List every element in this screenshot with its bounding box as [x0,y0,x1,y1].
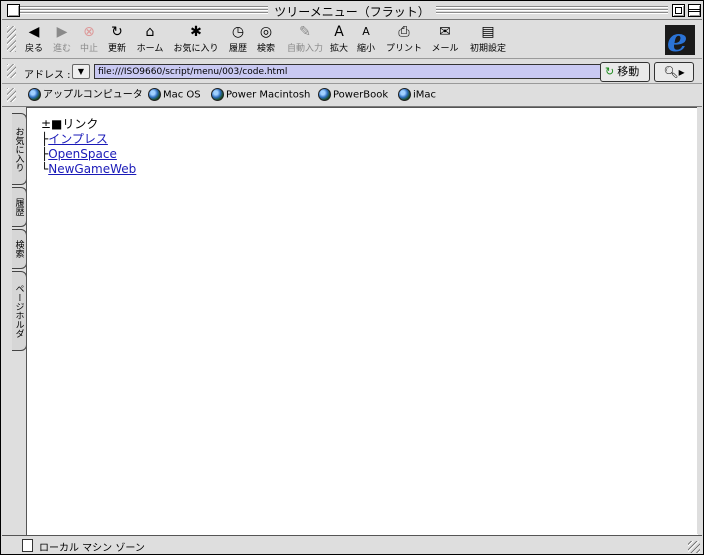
resize-grip[interactable] [688,541,700,553]
toolbar-button-label: 検索 [256,44,275,54]
tree-item: ├インプレス [41,132,108,147]
window-title-wrap: ツリーメニュー（フラット） [2,3,702,20]
go-arrow-icon: ↻ [605,65,615,78]
toolbar-button-label: 履歴 [228,44,247,54]
toolbar-button[interactable]: ✎ 自動入力 [284,23,326,57]
toolbar-button[interactable]: ⌂ ホーム [135,23,165,57]
text-smaller-icon: A [362,25,370,38]
tab-history[interactable]: 履歴 [12,187,27,227]
toolbar-button[interactable]: ▶ 進む [52,23,72,57]
toolbar-button[interactable]: ◷ 履歴 [227,23,249,57]
toolbar-button[interactable]: ↻ 更新 [106,23,128,57]
tab-page-holder[interactable]: ページホルダ [12,271,27,351]
toolbar-button-label: 中止 [79,44,98,54]
toolbar-button-label: 拡大 [329,44,348,54]
history-icon: ◷ [231,24,245,40]
address-bar: アドレス : ▼ ↻移動 🔍︎▸ [2,60,702,84]
mail-icon: ✉ [439,24,451,40]
refresh-icon: ↻ [111,24,123,40]
address-history-dropdown[interactable]: ▼ [72,64,90,79]
globe-icon [211,88,224,101]
window-title: ツリーメニュー（フラット） [268,5,436,19]
address-bar-grip[interactable] [7,64,16,78]
browser-window: ツリーメニュー（フラット） ◀ 戻る ▶ 進む ⊗ 中止 ↻ 更新 ⌂ ホーム ✱ お気に入り ◷ 履歴 ◎… [0,0,704,555]
favorite-power-macintosh[interactable]: Power Macintosh [211,88,310,103]
toolbar-button[interactable]: ▤ 初期設定 [468,23,508,57]
ie-logo-icon[interactable]: e [665,21,695,59]
globe-icon [318,88,331,101]
toolbar-button-label: 縮小 [356,44,375,54]
status-text: ローカル マシン ゾーン [39,543,145,554]
favorite-imac[interactable]: iMac [398,88,436,103]
toolbar-button[interactable]: ◀ 戻る [24,23,44,57]
globe-icon [28,88,41,101]
vertical-scrollbar[interactable] [697,107,702,534]
tree-item: └NewGameWeb [41,162,136,177]
status-bar: ローカル マシン ゾーン [2,535,702,555]
favorite-powerbook[interactable]: PowerBook [318,88,388,103]
toolbar-button[interactable]: ✉ メール [430,23,460,57]
title-bar[interactable]: ツリーメニュー（フラット） [2,2,702,20]
toolbar-button-label: メール [431,44,459,54]
print-icon: ⎙ [398,24,410,40]
search-options-button[interactable]: 🔍︎▸ [654,62,694,82]
text-larger-icon: A [334,24,344,40]
autofill-icon: ✎ [299,24,311,40]
favorite-apple[interactable]: アップルコンピュータ [28,88,143,103]
globe-icon [148,88,161,101]
tree-root[interactable]: ±■リンク [41,117,98,132]
toolbar-button[interactable]: ⊗ 中止 [79,23,99,57]
go-button[interactable]: ↻ 移動 [600,62,650,82]
tree-link[interactable]: OpenSpace [48,147,117,161]
toolbar-button[interactable]: A 縮小 [355,23,377,57]
collapse-box[interactable] [688,4,701,17]
toolbar-button-label: 進む [52,44,71,54]
address-label: アドレス : [24,70,71,81]
favorite-label: Mac OS [163,89,201,101]
button-toolbar: ◀ 戻る ▶ 進む ⊗ 中止 ↻ 更新 ⌂ ホーム ✱ お気に入り ◷ 履歴 ◎ 検索 ✎ 自動入力 A 拡大 A 縮小 ⎙… [2,20,702,59]
globe-icon [398,88,411,101]
favorite-label: Power Macintosh [226,89,311,101]
zone-icon [22,539,33,552]
toolbar-button-label: 戻る [24,44,43,54]
toolbar-button-label: 更新 [107,44,126,54]
back-arrow-icon: ◀ [28,24,40,40]
home-icon: ⌂ [145,24,155,40]
tab-search[interactable]: 検索 [12,229,27,269]
favorite-label: PowerBook [333,89,389,101]
toolbar-button-label: ホーム [136,44,164,54]
tree-link[interactable]: NewGameWeb [48,162,136,176]
toolbar-button-label: プリント [385,44,422,54]
toolbar-button[interactable]: ✱ お気に入り [172,23,220,57]
stop-icon: ⊗ [83,24,95,40]
search-icon: ◎ [259,24,273,40]
page-content: ±■リンク ├インプレス ├OpenSpace └NewGameWeb [26,107,698,535]
magnifier-icon: 🔍︎▸ [663,65,685,79]
tab-favorites[interactable]: お気に入り [12,113,27,185]
explorer-side-tabs: お気に入り 履歴 検索 ページホルダ [2,107,27,534]
zoom-box[interactable] [672,4,685,17]
preferences-icon: ▤ [481,24,495,40]
favorites-bar-grip[interactable] [7,88,16,102]
favorites-bar: アップルコンピュータ Mac OS Power Macintosh PowerB… [2,84,702,107]
go-button-label: 移動 [617,65,640,78]
favorite-macos[interactable]: Mac OS [148,88,201,103]
toolbar-button[interactable]: ⎙ プリント [384,23,424,57]
toolbar-button-label: 初期設定 [469,44,506,54]
favorite-label: アップルコンピュータ [43,89,143,101]
favorites-icon: ✱ [190,24,202,40]
toolbar-grip[interactable] [7,26,16,52]
tree-item: ├OpenSpace [41,147,117,162]
tree-link[interactable]: インプレス [48,132,108,146]
toolbar-button-label: お気に入り [173,44,219,54]
favorite-label: iMac [413,89,437,101]
toolbar-button[interactable]: A 拡大 [328,23,350,57]
forward-arrow-icon: ▶ [56,24,68,40]
toolbar-button[interactable]: ◎ 検索 [255,23,277,57]
toolbar-button-label: 自動入力 [286,44,323,54]
address-input[interactable] [94,64,602,79]
